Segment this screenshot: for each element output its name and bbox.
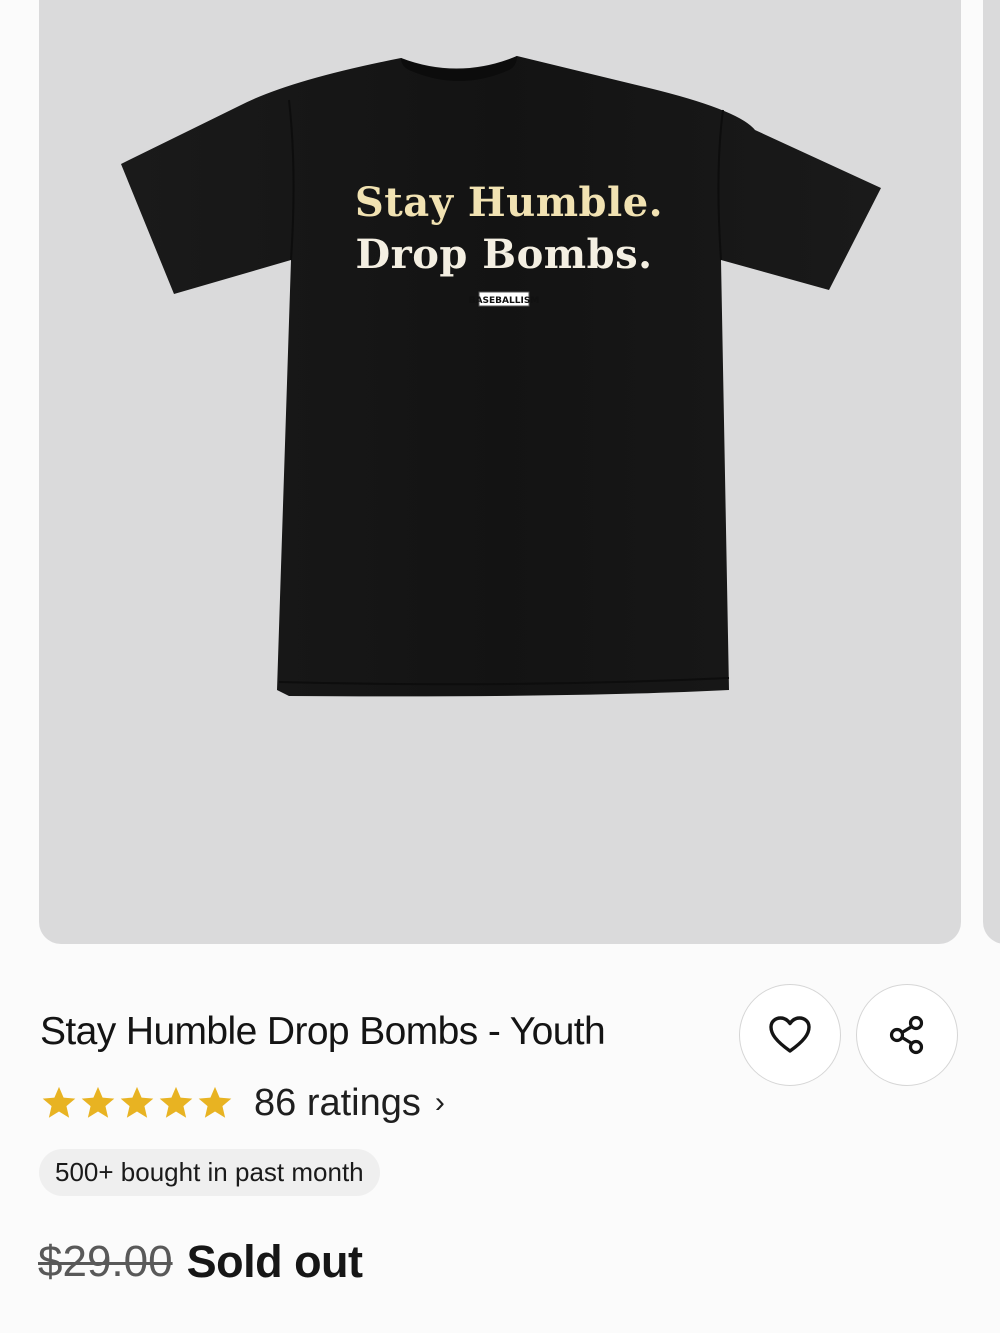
shirt-print-line1: Stay Humble. (355, 179, 663, 226)
share-button[interactable] (856, 984, 958, 1086)
product-title: Stay Humble Drop Bombs - Youth (40, 1010, 606, 1053)
product-image[interactable]: Stay Humble. Drop Bombs. BASEBALLISM (39, 0, 961, 944)
chevron-right-icon: › (434, 1086, 445, 1119)
ratings-link[interactable]: 86 ratings › (254, 1082, 445, 1125)
tshirt-illustration: Stay Humble. Drop Bombs. BASEBALLISM (121, 56, 881, 697)
ratings-count: 86 ratings (254, 1081, 421, 1124)
stock-status: Sold out (186, 1236, 363, 1287)
star-icon (198, 1086, 232, 1118)
star-icon (42, 1086, 76, 1118)
star-rating (40, 1084, 234, 1122)
star-icon (81, 1086, 115, 1118)
star-icon (120, 1086, 154, 1118)
shirt-print-line2: Drop Bombs. (355, 231, 652, 278)
product-page: Stay Humble. Drop Bombs. BASEBALLISM Sta… (0, 0, 1000, 1333)
favorite-button[interactable] (739, 984, 841, 1086)
star-icon (159, 1086, 193, 1118)
heart-icon (769, 1016, 811, 1053)
original-price: $29.00 (38, 1237, 173, 1286)
share-icon (889, 1015, 924, 1055)
rating-row: 86 ratings › (40, 1078, 445, 1128)
sales-badge: 500+ bought in past month (39, 1149, 380, 1196)
image-carousel[interactable]: Stay Humble. Drop Bombs. BASEBALLISM (0, 0, 1000, 945)
brand-tag-text: BASEBALLISM (469, 296, 540, 306)
price-row: $29.00 Sold out (38, 1232, 363, 1292)
next-image-peek[interactable] (983, 0, 1000, 944)
